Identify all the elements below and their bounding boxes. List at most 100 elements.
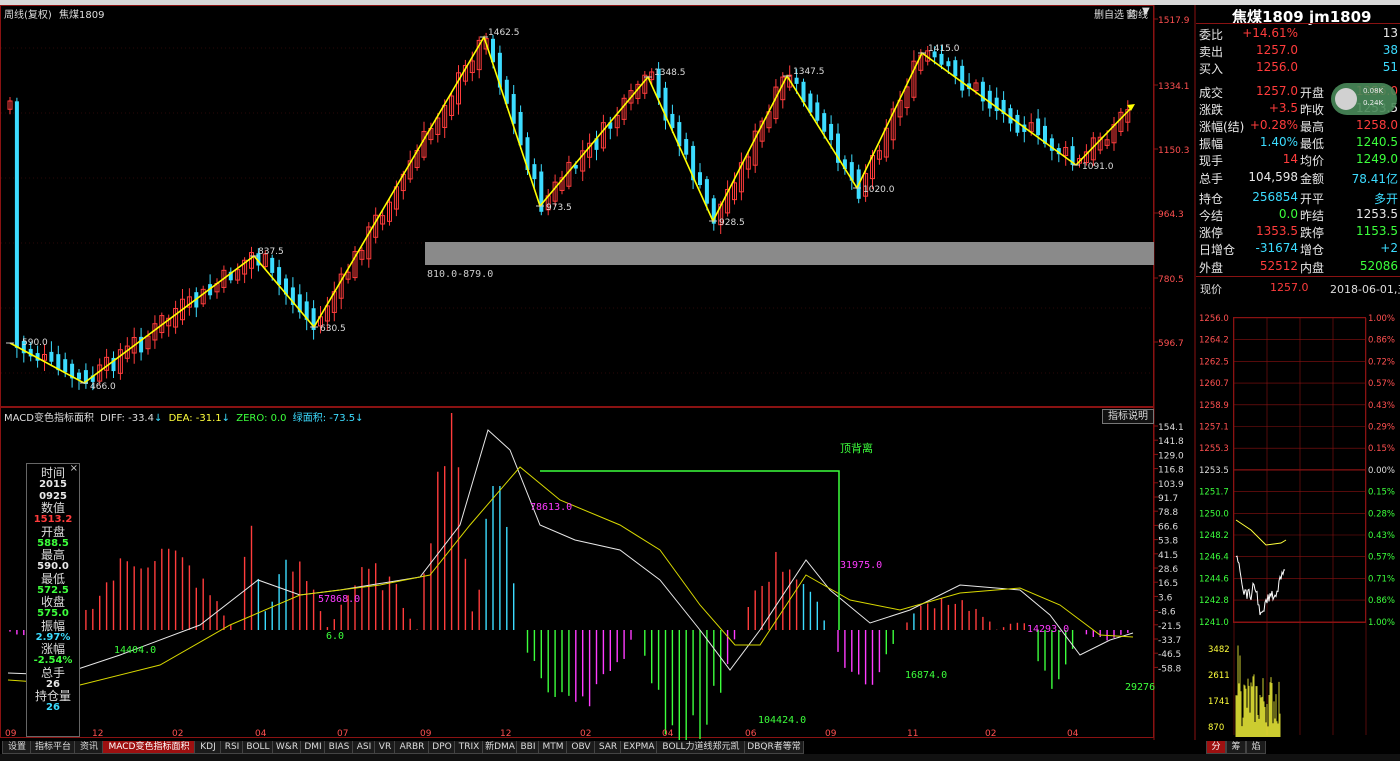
intraday-tab[interactable]: 筹 — [1226, 741, 1246, 754]
indicator-tab[interactable]: DBQR者等常 — [744, 741, 804, 754]
floating-speed-widget[interactable]: 0.08K 0.24K — [1331, 83, 1397, 115]
dropdown-icon[interactable]: ▼ — [1142, 6, 1150, 17]
intraday-tab[interactable]: 焰 — [1246, 741, 1266, 754]
quote-label: 持仓 — [1199, 191, 1224, 206]
quote-value: 104,598 — [1248, 169, 1298, 184]
zigzag-point-label: 630.5 — [320, 324, 346, 334]
quote-row: 买入 1256.0 51 — [1196, 59, 1400, 76]
divergence-bracket — [540, 470, 840, 630]
macd-dea-line — [7, 466, 1134, 686]
macd-tick-label: 154.1 — [1158, 423, 1184, 433]
indicator-tab[interactable]: TRIX — [454, 741, 484, 754]
macd-tick-label: -21.5 — [1158, 622, 1181, 632]
window-button[interactable]: 窗 — [1126, 6, 1136, 21]
macd-tick-label: 66.6 — [1158, 522, 1178, 532]
intraday-chart[interactable]: 1256.0 1.00% 1264.2 0.86% 1262.5 0.72% 1260.7 0… — [1196, 305, 1400, 740]
indicator-tab[interactable]: BOLL — [242, 741, 274, 754]
indicator-tab[interactable]: DMI — [300, 741, 326, 754]
x-tick-label: 09 — [420, 729, 432, 739]
macd-tick-label: 91.7 — [1158, 494, 1178, 504]
indicator-tab[interactable]: BOLL力道线郑元凯 — [656, 741, 746, 754]
kline-chart-svg[interactable]: 810.0-879.0 590.0 466.0 837.5 630.5 1462.5 97… — [0, 5, 1196, 760]
mini-right-tick: 0.15% — [1368, 444, 1395, 454]
x-tick-label: 04 — [662, 729, 674, 739]
symbol-name: 焦煤1809 — [59, 10, 105, 21]
x-tick-label: 04 — [255, 729, 267, 739]
quote-label: 开盘 — [1300, 85, 1325, 100]
indicator-tab[interactable]: 指标平台 — [30, 741, 76, 754]
indicator-tab[interactable]: BBI — [516, 741, 540, 754]
info-label: 总手 — [40, 665, 65, 680]
info-value: 0925 — [39, 490, 67, 502]
intraday-tab[interactable]: 分 — [1206, 741, 1226, 754]
quote-value: 38 — [1382, 43, 1398, 58]
macd-tick-label: 28.6 — [1158, 565, 1178, 575]
quote-panel: 焦煤1809 jm1809 委比 +14.61% 13 卖出 1257.0 38 买入 125… — [1196, 5, 1400, 754]
indicator-tab[interactable]: DPO — [428, 741, 456, 754]
zigzag-point-label: 928.5 — [719, 218, 745, 228]
mini-right-tick: 0.29% — [1368, 423, 1395, 433]
mini-right-tick: 0.86% — [1368, 596, 1395, 606]
indicator-tab[interactable]: KDJ — [194, 741, 222, 754]
indicator-tab[interactable]: ASI — [352, 741, 376, 754]
quote-value: +0.28% — [1249, 118, 1298, 132]
info-label: 涨幅 — [40, 642, 65, 656]
macd-tick-label: 141.8 — [1158, 437, 1184, 447]
indicator-tab[interactable]: VR — [374, 741, 396, 754]
macd-area-value: 14404.0 — [114, 645, 156, 656]
quote-value: +14.61% — [1242, 26, 1298, 40]
info-value: 2.97% — [35, 631, 71, 643]
crosshair-info-box: × 时间 2015 0925 数值 1513.2 开盘 588.5 最高 590.0 最低 572.… — [26, 463, 80, 737]
candle-body-down — [77, 372, 81, 380]
zigzag-point-label: 590.0 — [22, 338, 48, 348]
quote-row: 现手 14 均价 1249.0 — [1196, 151, 1400, 168]
candle-body-down — [684, 139, 689, 155]
price-panel-border — [0, 5, 1154, 407]
candle-body-down — [704, 179, 709, 204]
quote-label: 日增仓 — [1199, 243, 1236, 258]
quote-value: 1256.0 — [1256, 60, 1298, 75]
indicator-tab[interactable]: SAR — [594, 741, 622, 754]
indicator-tab[interactable]: MTM — [538, 741, 568, 754]
mini-left-tick: 1241.0 — [1199, 618, 1229, 628]
remove-favorite-button[interactable]: 删自选 — [1094, 6, 1124, 21]
indicator-help-button[interactable]: 指标说明 — [1102, 409, 1154, 424]
mini-left-tick: 1260.7 — [1199, 379, 1229, 389]
macd-tick-label: -8.6 — [1158, 608, 1176, 618]
mini-right-tick: 0.43% — [1368, 401, 1395, 411]
indicator-tab[interactable]: BIAS — [324, 741, 354, 754]
indicator-tab[interactable]: ARBR — [394, 741, 430, 754]
indicator-tab[interactable]: 新DMA — [482, 741, 518, 754]
zigzag-point-label: 1462.5 — [488, 28, 520, 38]
mini-left-tick: 1257.1 — [1199, 423, 1229, 433]
mini-left-tick: 1255.3 — [1199, 444, 1229, 454]
main-chart-area[interactable]: 810.0-879.0 590.0 466.0 837.5 630.5 1462.5 97… — [0, 5, 1196, 760]
quote-label: 最高 — [1300, 120, 1325, 134]
zigzag-point-label: 1347.5 — [793, 67, 825, 77]
quote-label: 成交 — [1199, 85, 1224, 100]
mini-right-tick: 0.57% — [1368, 553, 1395, 563]
diff-arrow-icon: ↓ — [153, 413, 163, 424]
indicator-tab[interactable]: RSI — [220, 741, 244, 754]
indicator-tab[interactable]: 资讯 — [74, 741, 104, 754]
mini-right-tick: 0.71% — [1368, 574, 1395, 584]
quote-value: -31674 — [1255, 241, 1298, 256]
indicator-tabs: 设置 指标平台 资讯 MACD变色指标面积 KDJ RSI BOLL W&R DMI BIAS AS… — [0, 740, 1196, 754]
info-value: 588.5 — [37, 537, 69, 549]
indicator-tab[interactable]: EXPMA — [620, 741, 658, 754]
quote-row: 持仓 256854 开平 多开 — [1196, 189, 1400, 206]
info-value: 1513.2 — [33, 514, 73, 525]
indicator-tab[interactable]: 设置 — [2, 741, 32, 754]
indicator-tab[interactable]: W&R — [272, 741, 302, 754]
mini-right-tick: 0.00% — [1368, 466, 1395, 476]
quote-value: 1257.0 — [1256, 43, 1298, 58]
candle-body-down — [1036, 118, 1041, 136]
candle-body-down — [815, 102, 820, 121]
macd-panel-border — [0, 407, 1154, 738]
indicator-tab[interactable]: MACD变色指标面积 — [102, 741, 196, 754]
mini-left-tick: 1258.9 — [1199, 401, 1229, 411]
candle-body-down — [270, 257, 275, 273]
info-label: 收盘 — [40, 595, 65, 609]
quote-value: 多开 — [1373, 191, 1398, 206]
indicator-tab[interactable]: OBV — [566, 741, 596, 754]
